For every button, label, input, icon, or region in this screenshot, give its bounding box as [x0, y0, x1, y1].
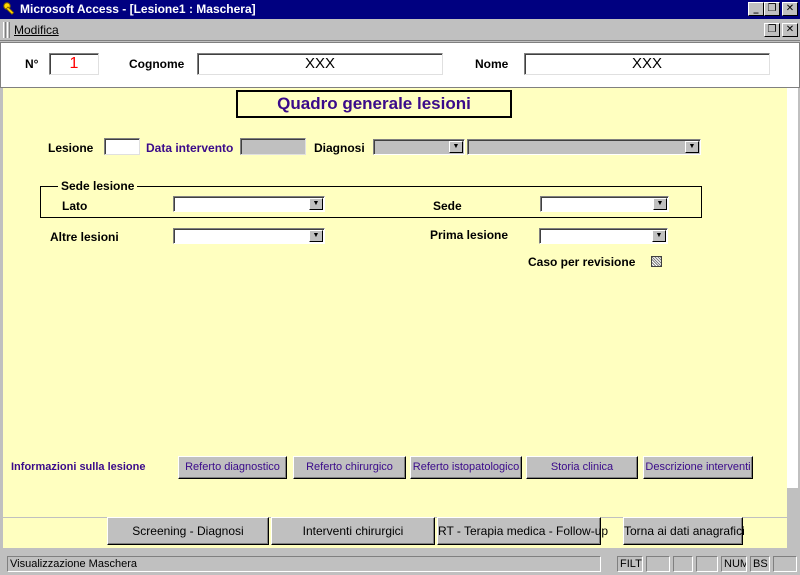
vertical-scroll-area[interactable]: [787, 88, 798, 488]
form-title: Quadro generale lesioni: [277, 94, 471, 113]
descrizione-interventi-button[interactable]: Descrizione interventi: [643, 456, 753, 479]
lato-label: Lato: [62, 199, 88, 213]
lesione-field[interactable]: [104, 138, 140, 155]
status-panel-empty-3: [696, 556, 718, 572]
prima-lesione-combo[interactable]: ▼: [539, 228, 668, 244]
status-panel-empty-1: [646, 556, 670, 572]
menubar-grip[interactable]: [3, 22, 6, 38]
form-footer: Screening - Diagnosi Interventi chirurgi…: [3, 516, 787, 548]
prima-lesione-label: Prima lesione: [430, 228, 509, 242]
lato-combo[interactable]: ▼: [173, 196, 325, 212]
num-label: N°: [25, 57, 39, 71]
chevron-down-icon[interactable]: ▼: [653, 198, 667, 210]
menu-modifica[interactable]: Modifica: [14, 23, 59, 37]
nome-field[interactable]: XXX: [524, 53, 770, 75]
form-header: N° 1 Cognome XXX Nome XXX: [0, 42, 800, 88]
chevron-down-icon[interactable]: ▼: [652, 230, 666, 242]
interventi-chirurgici-button[interactable]: Interventi chirurgici: [271, 517, 435, 545]
referto-diagnostico-button[interactable]: Referto diagnostico: [178, 456, 287, 479]
cognome-field[interactable]: XXX: [197, 53, 443, 75]
altre-lesioni-combo[interactable]: ▼: [173, 228, 325, 244]
status-panel-empty-2: [673, 556, 693, 572]
chevron-down-icon[interactable]: ▼: [449, 141, 463, 153]
rt-terapia-followup-button[interactable]: RT - Terapia medica - Follow-up: [437, 517, 608, 545]
sede-combo[interactable]: ▼: [540, 196, 669, 212]
form-title-box: Quadro generale lesioni: [236, 90, 512, 118]
chevron-down-icon[interactable]: ▼: [309, 230, 323, 242]
referto-istopatologico-button[interactable]: Referto istopatologico: [410, 456, 522, 479]
info-lesione-label: Informazioni sulla lesione: [11, 461, 146, 473]
chevron-down-icon[interactable]: ▼: [685, 141, 699, 153]
referto-chirurgico-button[interactable]: Referto chirurgico: [293, 456, 406, 479]
sede-lesione-group-label: Sede lesione: [58, 179, 138, 193]
status-bs: BS: [750, 556, 770, 572]
data-intervento-label: Data intervento: [146, 141, 234, 155]
restore-button[interactable]: ❐: [764, 2, 780, 16]
minimize-button[interactable]: _: [748, 2, 764, 16]
sede-label: Sede: [433, 199, 462, 213]
status-filt: FILT: [617, 556, 643, 572]
data-intervento-field[interactable]: [240, 138, 306, 155]
altre-lesioni-label: Altre lesioni: [50, 230, 119, 244]
diagnosi-description-combo[interactable]: ▼: [467, 139, 701, 155]
status-bar: Visualizzazione Maschera FILT NUM BS: [0, 553, 800, 575]
caso-revisione-checkbox[interactable]: [651, 256, 662, 267]
cognome-label: Cognome: [129, 57, 185, 71]
status-num: NUM: [721, 556, 747, 572]
access-key-icon: [3, 2, 15, 15]
screening-diagnosi-button[interactable]: Screening - Diagnosi: [107, 517, 269, 545]
menubar-grip-secondary: [7, 22, 10, 38]
close-button[interactable]: ✕: [782, 2, 798, 16]
nome-label: Nome: [475, 57, 509, 71]
status-panel-empty-4: [773, 556, 797, 572]
mdi-restore-button[interactable]: ❐: [764, 23, 780, 37]
diagnosi-label: Diagnosi: [314, 141, 365, 155]
torna-dati-anagrafici-button[interactable]: Torna ai dati anagrafici: [623, 517, 745, 545]
lesione-label: Lesione: [48, 141, 94, 155]
caso-revisione-label: Caso per revisione: [528, 255, 636, 269]
window-title: Microsoft Access - [Lesione1 : Maschera]: [20, 2, 256, 16]
title-bar: Microsoft Access - [Lesione1 : Maschera]…: [0, 0, 800, 19]
form-body: Quadro generale lesioni Lesione Data int…: [3, 88, 787, 516]
menu-bar: Modifica: [0, 19, 800, 41]
diagnosi-code-combo[interactable]: ▼: [373, 139, 465, 155]
chevron-down-icon[interactable]: ▼: [309, 198, 323, 210]
status-text: Visualizzazione Maschera: [7, 556, 601, 572]
num-field[interactable]: 1: [49, 53, 99, 75]
storia-clinica-button[interactable]: Storia clinica: [526, 456, 638, 479]
mdi-close-button[interactable]: ✕: [782, 23, 798, 37]
